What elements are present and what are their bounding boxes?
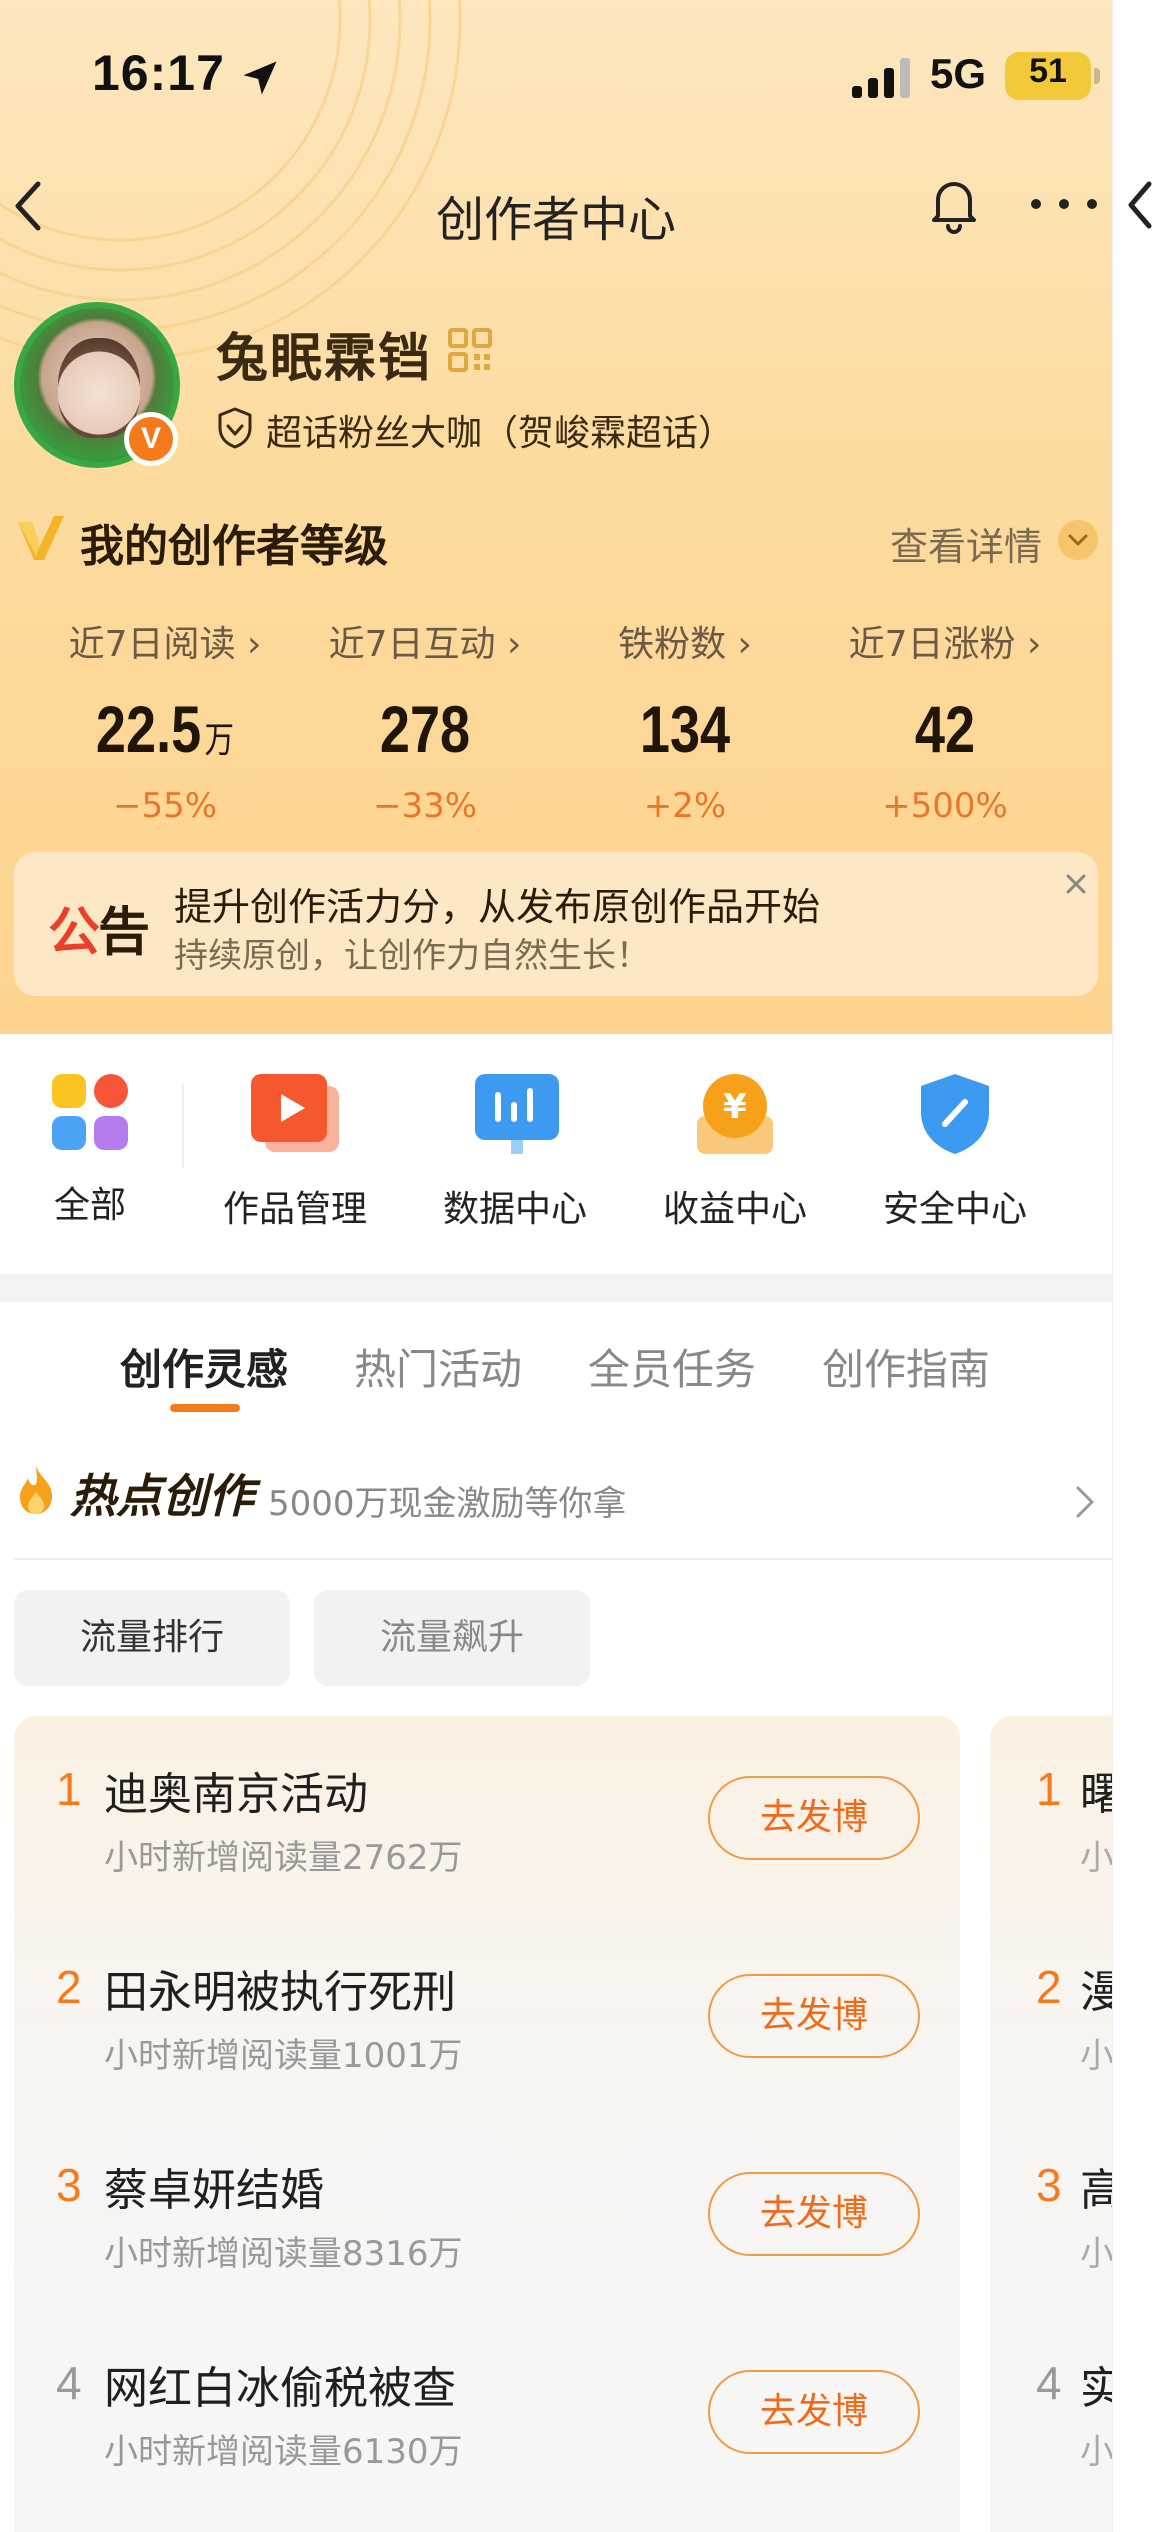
topic-title: 蔡卓妍结婚 xyxy=(104,2165,324,2216)
shortcut-works[interactable]: 作品管理 xyxy=(220,1072,370,1232)
stat-value: 134 xyxy=(639,692,731,766)
list-item[interactable]: 3 蔡卓妍结婚 小时新增阅读量8316万 去发博 xyxy=(14,2112,960,2310)
chevron-down-icon[interactable] xyxy=(1058,520,1098,560)
stat-value: 22.5万 xyxy=(95,692,235,766)
chip-traffic-ranking[interactable]: 流量排行 xyxy=(14,1590,290,1686)
list-item: 3 高 小 xyxy=(1036,2159,1112,2274)
chevron-right-icon[interactable] xyxy=(1072,1484,1096,1520)
topic-reads: 小时新增阅读量6130万 xyxy=(104,2432,463,2472)
stat-label: 铁粉数 › xyxy=(618,624,752,665)
announcement-banner[interactable]: 公告 提升创作活力分，从发布原创作品开始 持续原创，让创作力自然生长！ xyxy=(14,852,1098,996)
list-item[interactable]: 2 田永明被执行死刑 小时新增阅读量1001万 去发博 xyxy=(14,1914,960,2112)
list-item[interactable]: 4 网红白冰偷税被查 小时新增阅读量6130万 去发博 xyxy=(14,2310,960,2508)
next-screen-edge xyxy=(1112,0,1170,2532)
hot-creation-subtitle: 5000万现金激励等你拿 xyxy=(268,1484,627,1524)
level-v-icon xyxy=(18,516,64,560)
stat-value: 42 xyxy=(914,692,976,766)
verified-badge-icon: V xyxy=(124,412,178,466)
shortcut-bar: 全部 作品管理 数据中心 ¥ 收益中心 安全中心 xyxy=(0,1034,1112,1274)
post-button[interactable]: 去发博 xyxy=(708,1776,920,1860)
view-details-link[interactable]: 查看详情 xyxy=(890,516,1042,571)
stat-label: 近7日阅读 › xyxy=(68,624,262,665)
divider xyxy=(182,1084,184,1168)
trending-list: 1 迪奥南京活动 小时新增阅读量2762万 去发博 2 田永明被执行死刑 小时新… xyxy=(14,1716,960,2532)
back-arrow-icon xyxy=(1128,181,1152,229)
trending-list-next[interactable]: 1 曙 小 2 漫 小 3 高 小 4 实 小 xyxy=(990,1716,1112,2532)
shield-icon xyxy=(218,407,252,449)
shield-icon xyxy=(921,1074,989,1154)
yuan-icon: ¥ xyxy=(697,1074,773,1154)
stat-value: 278 xyxy=(379,692,471,766)
section-separator xyxy=(0,1274,1112,1302)
list-item: 4 实 小 xyxy=(1036,2357,1112,2472)
play-icon xyxy=(251,1074,339,1152)
tab-all-tasks[interactable]: 全员任务 xyxy=(588,1336,756,1397)
topic-reads: 小时新增阅读量2762万 xyxy=(104,1838,463,1878)
topic-title: 迪奥南京活动 xyxy=(104,1769,368,1820)
stat-iron-fans[interactable]: 铁粉数 › 134 +2% xyxy=(550,620,820,828)
list-item: 2 漫 小 xyxy=(1036,1961,1112,2076)
topic-title: 网红白冰偷税被查 xyxy=(104,2363,456,2414)
tab-creation-guide[interactable]: 创作指南 xyxy=(822,1336,990,1397)
stat-change: +2% xyxy=(643,786,727,826)
grid-icon xyxy=(52,1074,128,1150)
stat-change: −33% xyxy=(372,786,478,826)
location-arrow-icon xyxy=(243,61,277,95)
announcement-tag: 公告 xyxy=(48,903,150,963)
divider xyxy=(14,1558,1112,1560)
creator-center-page: 16:17 5G 51 创作者中心 V 兔眠霖铛 超话粉丝大咖（贺峻霖超话） 我… xyxy=(0,0,1112,2532)
stat-label: 近7日涨粉 › xyxy=(848,624,1042,665)
more-icon[interactable] xyxy=(1028,194,1100,214)
qr-code-icon[interactable] xyxy=(446,326,494,374)
battery-icon: 51 xyxy=(1005,52,1100,100)
topic-title: 田永明被执行死刑 xyxy=(104,1967,456,2018)
chip-traffic-surge[interactable]: 流量飙升 xyxy=(314,1590,590,1686)
topic-reads: 小时新增阅读量8316万 xyxy=(104,2234,463,2274)
status-time: 16:17 xyxy=(92,45,225,101)
creator-level-title: 我的创作者等级 xyxy=(80,521,388,572)
user-title-tag[interactable]: 超话粉丝大咖（贺峻霖超话） xyxy=(266,404,734,456)
close-icon[interactable] xyxy=(1054,862,1098,906)
stat-change: −55% xyxy=(112,786,218,826)
announcement-title: 提升创作活力分，从发布原创作品开始 xyxy=(174,885,821,929)
shortcut-all[interactable]: 全部 xyxy=(30,1072,150,1228)
post-button[interactable]: 去发博 xyxy=(708,2370,920,2454)
shortcut-security[interactable]: 安全中心 xyxy=(880,1072,1030,1232)
post-button[interactable]: 去发博 xyxy=(708,1974,920,2058)
battery-level: 51 xyxy=(1029,52,1067,90)
stat-label: 近7日互动 › xyxy=(328,624,522,665)
stat-new-fans[interactable]: 近7日涨粉 › 42 +500% xyxy=(810,620,1080,828)
hot-creation-title: 热点创作 xyxy=(70,1469,254,1523)
tab-hot-activities[interactable]: 热门活动 xyxy=(354,1336,522,1397)
list-item[interactable]: 1 迪奥南京活动 小时新增阅读量2762万 去发博 xyxy=(14,1716,960,1914)
announcement-subtitle: 持续原创，让创作力自然生长！ xyxy=(174,936,650,976)
tab-inspiration[interactable]: 创作灵感 xyxy=(120,1336,288,1397)
fire-icon xyxy=(20,1466,52,1514)
topic-reads: 小时新增阅读量1001万 xyxy=(104,2036,463,2076)
stat-interactions[interactable]: 近7日互动 › 278 −33% xyxy=(290,620,560,828)
chart-icon xyxy=(475,1074,559,1154)
post-button[interactable]: 去发博 xyxy=(708,2172,920,2256)
network-type: 5G xyxy=(930,50,987,97)
username: 兔眠霖铛 xyxy=(216,329,433,389)
stat-change: +500% xyxy=(882,786,1008,826)
signal-icon xyxy=(852,58,910,98)
shortcut-earnings[interactable]: ¥ 收益中心 xyxy=(660,1072,810,1232)
svg-text:¥: ¥ xyxy=(723,1087,747,1127)
list-item: 1 曙 小 xyxy=(1036,1763,1112,1878)
shortcut-data[interactable]: 数据中心 xyxy=(440,1072,590,1232)
status-bar: 16:17 5G 51 xyxy=(0,0,1112,150)
stat-reads[interactable]: 近7日阅读 › 22.5万 −55% xyxy=(30,620,300,828)
bell-icon[interactable] xyxy=(922,172,986,236)
active-tab-indicator xyxy=(170,1404,240,1412)
